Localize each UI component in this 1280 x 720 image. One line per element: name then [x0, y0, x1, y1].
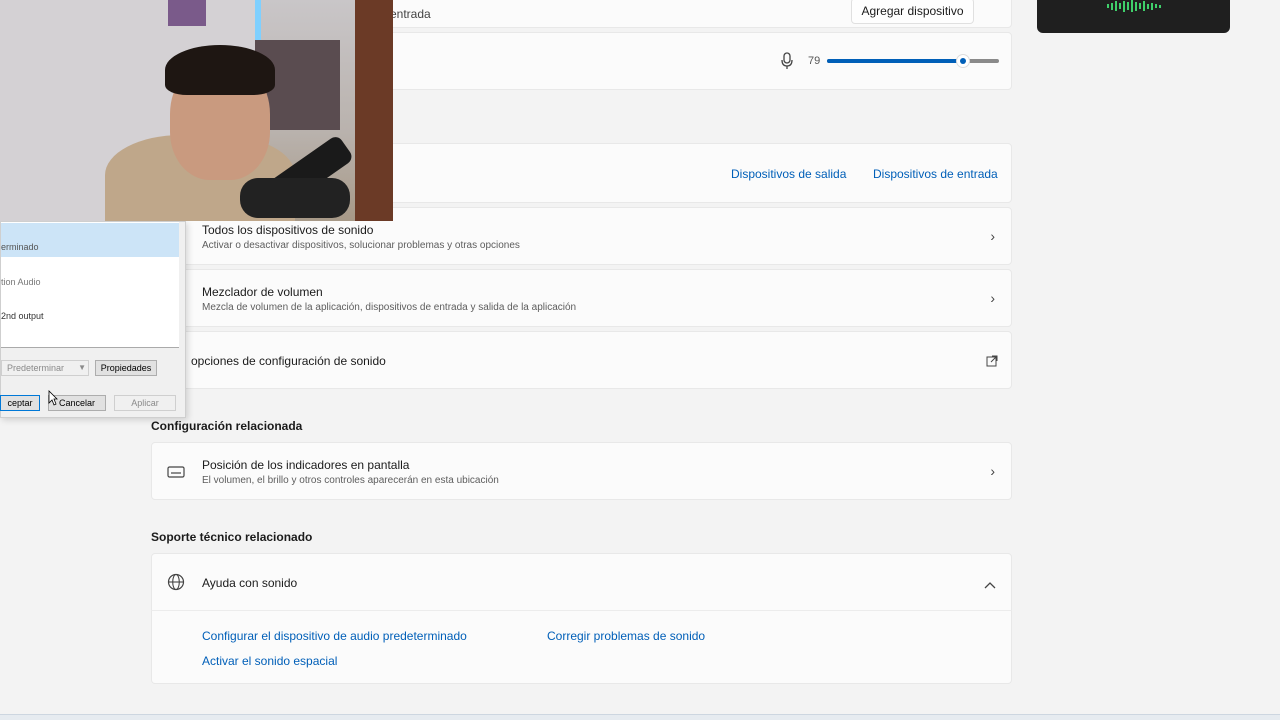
add-device-button-label: Agregar dispositivo	[861, 4, 964, 18]
webcam-door	[355, 0, 393, 221]
chevron-right-icon: ›	[990, 463, 995, 479]
webcam-microphone	[240, 178, 350, 218]
add-device-button[interactable]: Agregar dispositivo	[851, 0, 974, 24]
mouse-cursor-icon	[48, 390, 58, 406]
volume-mixer-row[interactable]: Mezclador de volumen Mezcla de volumen d…	[151, 269, 1012, 327]
device-list-item[interactable]: 2nd output	[1, 311, 44, 321]
webcam-overlay	[0, 0, 393, 221]
fix-sound-problems-link[interactable]: Corregir problemas de sonido	[547, 629, 705, 643]
dropdown-arrow-icon: ▼	[78, 363, 86, 372]
input-device-label: entrada	[390, 7, 431, 21]
help-sound-links: Configurar el dispositivo de audio prede…	[151, 610, 1012, 684]
help-sound-expander[interactable]: Ayuda con sonido	[151, 553, 1012, 611]
volume-mixer-title: Mezclador de volumen	[202, 285, 323, 299]
open-external-icon	[986, 354, 998, 372]
tab-input-devices[interactable]: Dispositivos de entrada	[873, 167, 998, 181]
properties-button[interactable]: Propiedades	[95, 360, 157, 376]
configure-default-audio-link[interactable]: Configurar el dispositivo de audio prede…	[202, 629, 467, 643]
sound-control-panel-dialog: erminado tion Audio 2nd output Predeterm…	[0, 221, 186, 418]
device-list-item[interactable]: tion Audio	[1, 277, 41, 287]
related-support-heading: Soporte técnico relacionado	[151, 530, 313, 544]
all-sound-devices-subtitle: Activar o desactivar dispositivos, soluc…	[202, 240, 520, 251]
webcam-person-hair	[165, 45, 275, 95]
audio-visualizer-widget	[1037, 0, 1230, 33]
help-sound-title: Ayuda con sonido	[202, 576, 298, 590]
chevron-right-icon: ›	[990, 228, 995, 244]
more-sound-options-row[interactable]: opciones de configuración de sonido	[151, 331, 1012, 389]
cancel-label: Cancelar	[58, 398, 96, 408]
chevron-right-icon: ›	[990, 290, 995, 306]
input-volume-fill	[827, 59, 963, 63]
more-sound-options-title: opciones de configuración de sonido	[191, 354, 386, 368]
device-list[interactable]: erminado tion Audio 2nd output	[1, 222, 179, 348]
microphone-icon	[781, 52, 793, 70]
globe-icon	[167, 573, 185, 596]
properties-label: Propiedades	[100, 363, 152, 373]
chevron-up-icon[interactable]	[984, 576, 996, 594]
all-sound-devices-title: Todos los dispositivos de sonido	[202, 223, 374, 237]
display-indicator-icon	[167, 465, 185, 483]
indicator-position-row[interactable]: Posición de los indicadores en pantalla …	[151, 442, 1012, 500]
webcam-poster	[168, 0, 206, 26]
apply-label: Aplicar	[131, 398, 159, 408]
apply-button[interactable]: Aplicar	[114, 395, 176, 411]
accept-button[interactable]: ceptar	[0, 395, 40, 411]
indicator-position-title: Posición de los indicadores en pantalla	[202, 458, 410, 472]
input-volume-thumb[interactable]	[955, 54, 970, 68]
volume-mixer-subtitle: Mezcla de volumen de la aplicación, disp…	[202, 302, 577, 313]
spatial-sound-link[interactable]: Activar el sonido espacial	[202, 654, 337, 668]
accept-label: ceptar	[7, 398, 33, 408]
input-volume-slider[interactable]	[827, 54, 999, 68]
set-default-label: Predeterminar	[7, 363, 65, 373]
audio-wave-icon	[1107, 0, 1161, 12]
device-list-item[interactable]: erminado	[1, 242, 39, 252]
tab-output-devices[interactable]: Dispositivos de salida	[731, 167, 846, 181]
indicator-position-subtitle: El volumen, el brillo y otros controles …	[202, 475, 499, 486]
set-default-button[interactable]: Predeterminar ▼	[1, 360, 89, 376]
taskbar-edge	[0, 714, 1280, 720]
related-config-heading: Configuración relacionada	[151, 419, 303, 433]
input-volume-value: 79	[808, 55, 821, 67]
